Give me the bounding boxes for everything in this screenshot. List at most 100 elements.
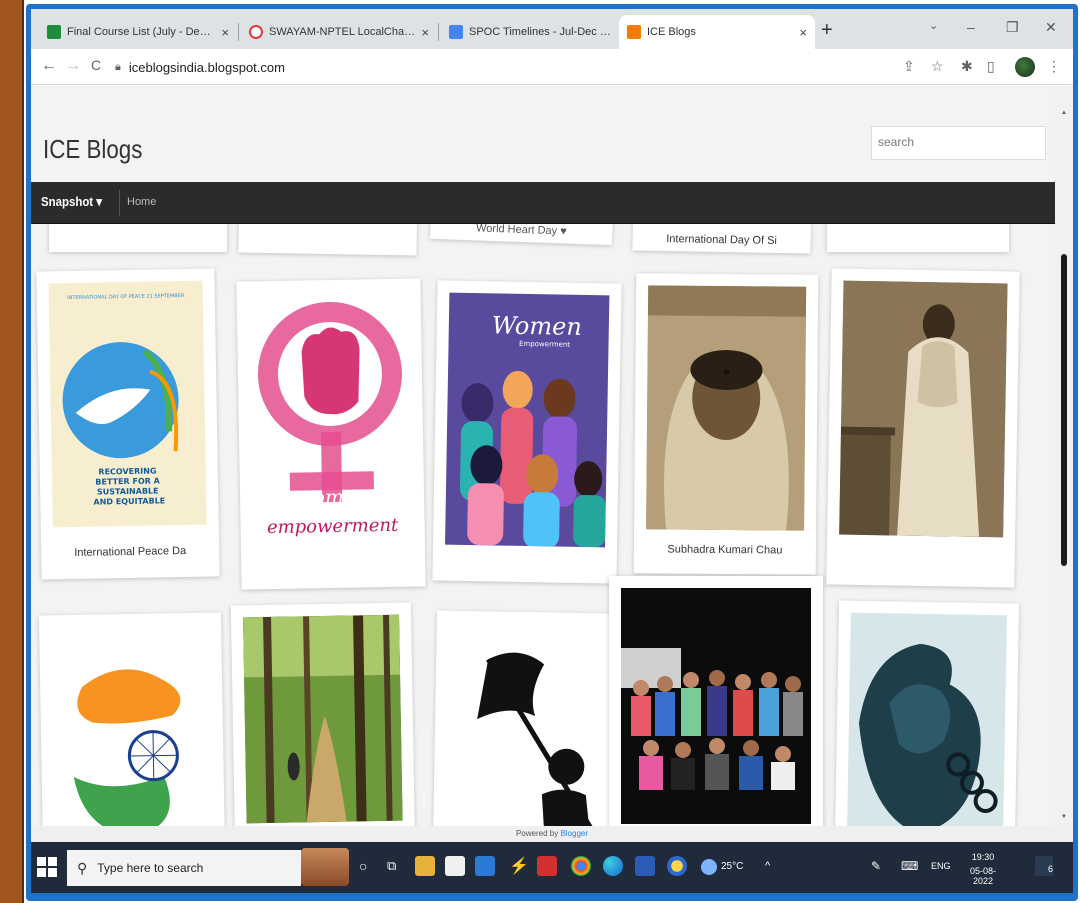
tab-title: ICE Blogs: [647, 26, 696, 38]
show-hidden-icons[interactable]: ^: [765, 860, 770, 872]
cortana-icon[interactable]: ○: [359, 858, 367, 874]
tab-final-course-list[interactable]: Final Course List (July - Dec 202... ×: [39, 15, 237, 49]
minimize-button[interactable]: –: [967, 19, 975, 35]
search-icon: ⚲: [77, 859, 88, 876]
notification-center-icon[interactable]: 6: [1035, 856, 1053, 876]
post-card-chained-hands[interactable]: [834, 600, 1020, 826]
group-photo: [621, 588, 811, 824]
post-caption: World Heart Day ♥: [475, 224, 567, 238]
blog-title[interactable]: ICE Blogs: [43, 134, 142, 165]
edge-icon[interactable]: [603, 856, 623, 876]
tab-title: Final Course List (July - Dec 202...: [67, 26, 215, 38]
post-card[interactable]: [827, 224, 1009, 252]
menu-kebab-icon[interactable]: ⋮: [1047, 58, 1061, 75]
lock-icon[interactable]: 🔒︎: [115, 61, 121, 74]
keyboard-icon[interactable]: ⌨: [901, 859, 918, 873]
forest-path-photo: [243, 614, 403, 824]
desktop-edge: [0, 0, 24, 903]
post-card-women-empowerment-poster[interactable]: Women Empowerment: [432, 280, 622, 584]
tab-spoc-timelines[interactable]: SPOC Timelines - Jul-Dec 2022 ×: [441, 15, 637, 49]
clock-date: 05-08-2022: [969, 866, 996, 886]
tab-ice-blogs[interactable]: ICE Blogs ×: [619, 15, 815, 49]
poster-subtitle: Empowerment: [519, 340, 570, 349]
post-card-women-empowerment-fist[interactable]: women empowerment: [236, 278, 426, 590]
share-icon[interactable]: ⇪: [903, 58, 915, 75]
post-card[interactable]: World Heart Day ♥: [430, 224, 614, 246]
tricolor-ashoka-chakra-art: [51, 624, 214, 826]
back-button[interactable]: ←: [41, 57, 57, 75]
extensions-icon[interactable]: ✱: [961, 58, 973, 75]
restore-button[interactable]: ❐: [1006, 19, 1019, 36]
blogger-link[interactable]: Blogger: [560, 829, 588, 838]
weather-icon[interactable]: [701, 859, 717, 875]
bookmark-star-icon[interactable]: ☆: [931, 58, 944, 75]
notepad-icon[interactable]: [445, 856, 465, 876]
file-explorer-icon[interactable]: [415, 856, 435, 876]
nptel-icon: [249, 25, 263, 39]
address-bar[interactable]: 🔒︎ iceblogsindia.blogspot.com: [115, 54, 885, 80]
close-tab-icon[interactable]: ×: [799, 25, 807, 40]
post-card-subhadra-kumari-chauhan[interactable]: Subhadra Kumari Chau: [633, 273, 819, 575]
home-link[interactable]: Home: [127, 196, 156, 208]
task-view-icon[interactable]: ⧉: [387, 858, 396, 874]
profile-avatar[interactable]: [1015, 57, 1035, 77]
reload-button[interactable]: C: [91, 57, 101, 73]
forward-button[interactable]: →: [65, 57, 81, 75]
tab-swayam-nptel[interactable]: SWAYAM-NPTEL LocalChapter ×: [241, 15, 437, 49]
close-window-button[interactable]: ✕: [1045, 19, 1057, 36]
app-icon[interactable]: [667, 856, 687, 876]
windows-start-button[interactable]: [37, 857, 57, 877]
tab-search-icon[interactable]: ⌄: [929, 19, 938, 32]
portrait-standing-photo: [839, 280, 1008, 538]
post-card-group-photo[interactable]: [609, 576, 823, 826]
peace-day-poster: INTERNATIONAL DAY OF PEACE 21 SEPTEMBER …: [48, 280, 207, 528]
scroll-up-arrow[interactable]: ▲: [1061, 110, 1067, 116]
winamp-icon[interactable]: ⚡: [509, 856, 529, 876]
post-card-forest[interactable]: [230, 602, 416, 826]
acrobat-icon[interactable]: [537, 856, 557, 876]
flag-bearer-silhouette: [444, 622, 605, 826]
snapshot-dropdown[interactable]: Snapshot ▾: [41, 194, 102, 210]
blogger-icon: [627, 25, 641, 39]
post-caption: [243, 235, 413, 238]
post-caption: Subhadra Kumari Chau: [667, 543, 783, 557]
pen-icon[interactable]: ✎: [871, 859, 881, 873]
clock[interactable]: 19:30 05-08-2022: [961, 852, 1005, 886]
word-icon[interactable]: [635, 856, 655, 876]
poster-header: INTERNATIONAL DAY OF PEACE 21 SEPTEMBER: [67, 293, 185, 301]
mail-icon[interactable]: [475, 856, 495, 876]
close-tab-icon[interactable]: ×: [221, 25, 229, 40]
post-caption: International Day Of Si: [666, 233, 778, 247]
women-empowerment-fist-art: women empowerment: [248, 290, 414, 574]
powered-by-footer: Powered by Blogger: [31, 826, 1073, 842]
poster-text: RECOVERING BETTER FOR A SUSTAINABLE AND …: [93, 466, 165, 506]
blog-page: ICE Blogs search Snapshot ▾ Home World H…: [31, 86, 1055, 826]
browser-window: Final Course List (July - Dec 202... × S…: [31, 9, 1073, 893]
post-card[interactable]: International Day Of Si: [632, 224, 812, 254]
url-text: iceblogsindia.blogspot.com: [128, 59, 285, 75]
scroll-down-arrow[interactable]: ▼: [1061, 814, 1067, 820]
search-input[interactable]: search: [871, 126, 1046, 160]
post-card-international-peace-day[interactable]: INTERNATIONAL DAY OF PEACE 21 SEPTEMBER …: [36, 268, 220, 580]
post-card-tricolor[interactable]: [38, 612, 226, 826]
page-scrollbar[interactable]: ▲ ▼: [1055, 86, 1073, 826]
post-card[interactable]: [49, 224, 227, 252]
search-highlight-icon[interactable]: [301, 848, 349, 886]
sheets-icon: [47, 25, 61, 39]
script-text: women: [295, 484, 368, 509]
tab-title: SWAYAM-NPTEL LocalChapter: [269, 26, 416, 38]
new-tab-button[interactable]: +: [821, 19, 833, 42]
poster-title: Women: [492, 311, 582, 341]
chrome-icon[interactable]: [571, 856, 591, 876]
post-grid: World Heart Day ♥ International Day Of S…: [31, 224, 1055, 826]
post-card[interactable]: [238, 224, 418, 256]
close-tab-icon[interactable]: ×: [421, 25, 429, 40]
post-card-portrait-standing[interactable]: [826, 268, 1020, 588]
language-indicator[interactable]: ENG: [931, 861, 951, 871]
taskbar-search-input[interactable]: ⚲ Type here to search: [67, 850, 301, 886]
weather-temp[interactable]: 25°C: [721, 861, 743, 872]
scroll-thumb[interactable]: [1061, 254, 1067, 566]
sidepanel-icon[interactable]: ▯: [987, 58, 995, 75]
post-card-flag-bearer[interactable]: [432, 610, 618, 826]
clock-time: 19:30: [971, 852, 995, 862]
